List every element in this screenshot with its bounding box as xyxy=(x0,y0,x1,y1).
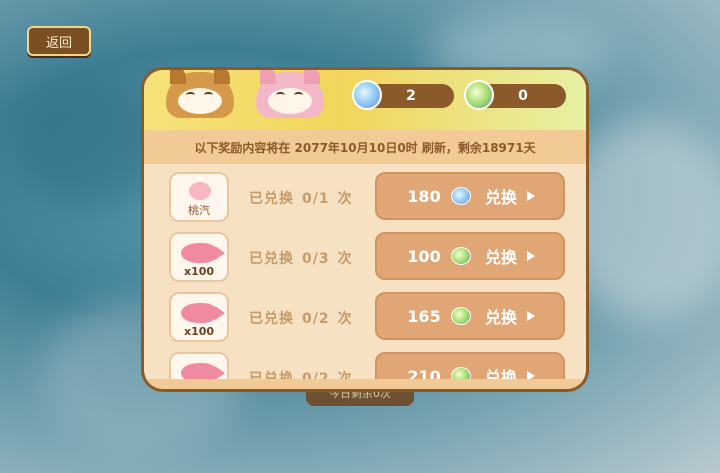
exchanged-label: 已兑换 xyxy=(249,191,294,207)
play-arrow-icon xyxy=(527,191,536,201)
exchanged-label: 已兑换 xyxy=(249,251,294,267)
item-quantity: x100 xyxy=(183,265,215,278)
times-unit: 次 xyxy=(337,191,353,207)
blue-gem-value: 2 xyxy=(406,88,416,104)
exchange-label: 兑换 xyxy=(485,368,518,379)
fish-icon[interactable]: x100 xyxy=(169,352,229,379)
blue-gem-counter: 2 xyxy=(352,80,454,110)
pink-cat-mascot xyxy=(256,70,324,118)
exchanged-label: 已兑换 xyxy=(249,311,294,327)
play-arrow-icon xyxy=(527,371,536,379)
exchange-count: 已兑换 0/3 次 xyxy=(249,248,361,268)
exchange-progress: 0/1 xyxy=(302,191,330,207)
times-unit: 次 xyxy=(337,371,353,379)
item-quantity: x100 xyxy=(183,325,215,338)
green-gem-value: 0 xyxy=(518,88,528,104)
exchange-panel-body: 2 0 以下奖励内容将在 2077年10月10日0时 刷新，剩余18971天 桃… xyxy=(144,70,586,389)
times-unit: 次 xyxy=(337,311,353,327)
exchanged-label: 已兑换 xyxy=(249,371,294,379)
green-gem-icon xyxy=(451,367,471,379)
exchange-progress: 0/2 xyxy=(302,371,330,379)
exchange-button[interactable]: 180 兑换 xyxy=(375,172,565,220)
green-gem-icon xyxy=(464,80,494,110)
price: 210 xyxy=(407,366,441,380)
refresh-info: 以下奖励内容将在 2077年10月10日0时 刷新，剩余18971天 xyxy=(144,130,586,164)
exchange-list[interactable]: 桃汽 已兑换 0/1 次 180 兑换 x100 已兑换 0/3 次 100 兑… xyxy=(144,164,586,379)
green-gem-counter: 0 xyxy=(464,80,566,110)
exchange-button[interactable]: 210 兑换 xyxy=(375,352,565,379)
exchange-progress: 0/2 xyxy=(302,311,330,327)
blue-gem-icon xyxy=(451,187,471,205)
back-button[interactable]: 返回 xyxy=(27,26,91,56)
times-unit: 次 xyxy=(337,251,353,267)
panel-footer xyxy=(144,379,586,389)
exchange-label: 兑换 xyxy=(485,188,518,207)
exchange-label: 兑换 xyxy=(485,308,518,327)
green-gem-icon xyxy=(451,247,471,265)
exchange-row: 桃汽 已兑换 0/1 次 180 兑换 xyxy=(169,172,566,224)
item-name: 桃汽 xyxy=(188,204,210,217)
exchange-panel: 2 0 以下奖励内容将在 2077年10月10日0时 刷新，剩余18971天 桃… xyxy=(141,67,589,392)
exchange-count: 已兑换 0/1 次 xyxy=(249,188,361,208)
blue-gem-icon xyxy=(352,80,382,110)
exchange-count: 已兑换 0/2 次 xyxy=(249,368,361,379)
price: 180 xyxy=(407,186,441,206)
exchange-count: 已兑换 0/2 次 xyxy=(249,308,361,328)
exchange-progress: 0/3 xyxy=(302,251,330,267)
play-arrow-icon xyxy=(527,251,536,261)
green-gem-icon xyxy=(451,307,471,325)
exchange-row: x100 已兑换 0/2 次 165 兑换 xyxy=(169,292,566,344)
exchange-row: x100 已兑换 0/3 次 100 兑换 xyxy=(169,232,566,284)
fish-icon[interactable]: x100 xyxy=(169,292,229,342)
exchange-button[interactable]: 165 兑换 xyxy=(375,292,565,340)
orange-cat-mascot xyxy=(166,70,234,118)
exchange-row: x100 已兑换 0/2 次 210 兑换 xyxy=(169,352,566,379)
fish-icon[interactable]: x100 xyxy=(169,232,229,282)
exchange-label: 兑换 xyxy=(485,248,518,267)
peach-soda-icon[interactable]: 桃汽 xyxy=(169,172,229,222)
play-arrow-icon xyxy=(527,311,536,321)
panel-header: 2 0 xyxy=(144,70,586,130)
price: 165 xyxy=(407,306,441,326)
exchange-button[interactable]: 100 兑换 xyxy=(375,232,565,280)
price: 100 xyxy=(407,246,441,266)
